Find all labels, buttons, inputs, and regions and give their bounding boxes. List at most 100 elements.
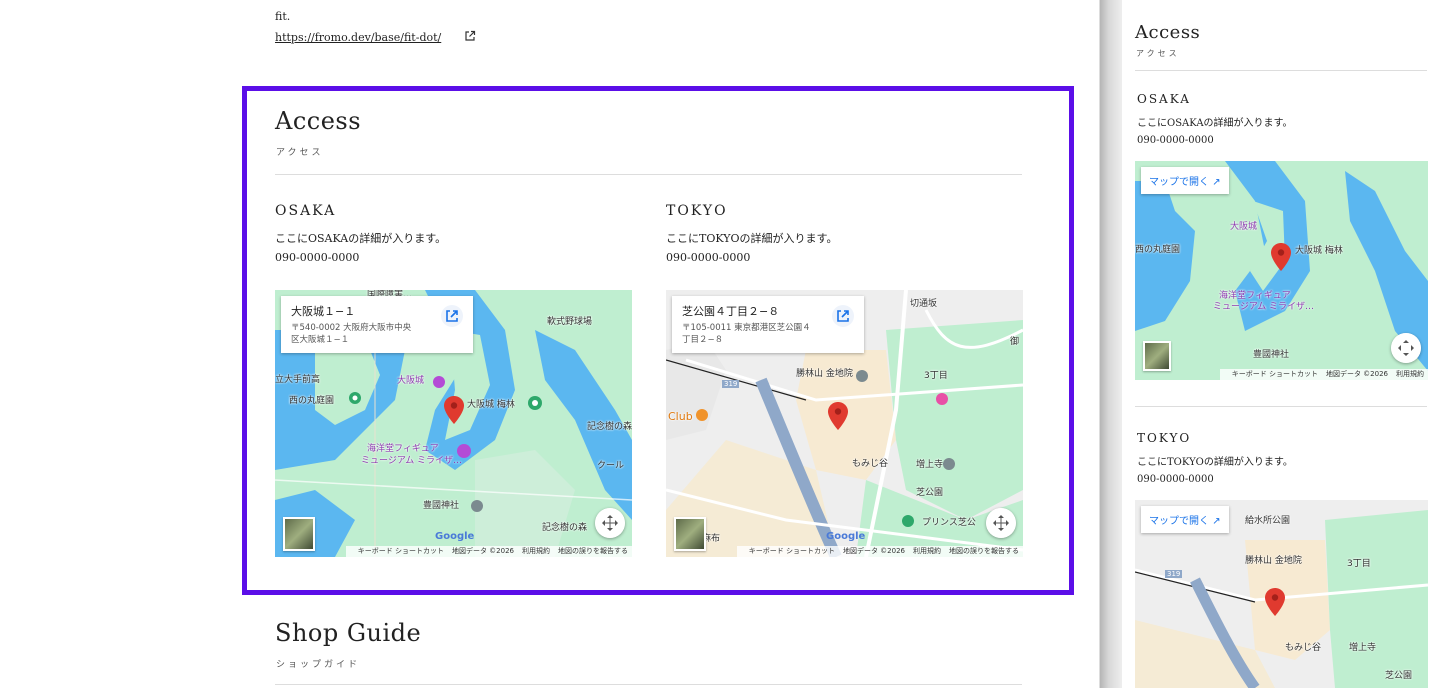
map-label: 芝公園	[1385, 671, 1413, 681]
map-label: 勝林山 金地院	[796, 369, 853, 379]
external-link-icon[interactable]	[464, 30, 476, 42]
map-attribution: キーボード ショートカット 地図データ ©2026 利用規約 地図の誤りを報告する	[736, 546, 1023, 557]
keyboard-shortcuts-link[interactable]: キーボード ショートカット	[1232, 370, 1318, 378]
map-pin-icon[interactable]	[828, 402, 848, 430]
map-attribution: キーボード ショートカット 地図データ ©2026 利用規約 地図の誤りを報告する	[345, 546, 632, 557]
map-label: 西の丸庭園	[1135, 245, 1181, 255]
poi-icon	[471, 500, 483, 512]
tokyo-map[interactable]: 切通坂 御 勝林山 金地院 3丁目 319 Club もみじ谷 増上寺 芝公園 …	[666, 290, 1023, 557]
place-title: 大阪城１−１	[291, 305, 356, 318]
map-label: 3丁目	[924, 371, 948, 381]
keyboard-shortcuts-link[interactable]: キーボード ショートカット	[358, 547, 444, 555]
access-subtitle: アクセス	[276, 148, 324, 158]
fit-dot-link[interactable]: https://fromo.dev/base/fit-dot/	[275, 31, 441, 44]
poi-icon	[856, 370, 868, 382]
osaka-heading: OSAKA	[275, 203, 337, 219]
map-label: 豊國神社	[1253, 350, 1290, 360]
tokyo-heading: TOKYO	[666, 203, 728, 219]
terms-link[interactable]: 利用規約	[913, 547, 941, 555]
open-in-maps-icon[interactable]	[832, 305, 854, 327]
map-label: 芝公園	[916, 488, 944, 498]
open-in-maps-button[interactable]: マップで開く ↗	[1141, 506, 1229, 533]
street-view-thumbnail[interactable]	[674, 517, 706, 551]
keyboard-shortcuts-link[interactable]: キーボード ショートカット	[749, 547, 835, 555]
location-divider	[1135, 406, 1427, 407]
tokyo-description: ここにTOKYOの詳細が入ります。	[666, 232, 838, 245]
shop-guide-title: Shop Guide	[275, 619, 422, 647]
map-label: 軟式野球場	[547, 317, 593, 327]
map-label: 切通坂	[910, 299, 938, 309]
osaka-phone: 090-0000-0000	[1137, 135, 1214, 146]
access-subtitle: アクセス	[1136, 49, 1180, 58]
terms-link[interactable]: 利用規約	[1396, 370, 1424, 378]
shop-guide-subtitle: ショップガイド	[276, 660, 361, 670]
place-address-line1: 〒105-0011 東京都港区芝公園４	[682, 323, 811, 333]
poi-icon	[936, 393, 948, 405]
poi-icon	[902, 515, 914, 527]
map-label: 増上寺	[916, 460, 944, 470]
external-link-icon: ↗	[1212, 516, 1221, 527]
osaka-heading: OSAKA	[1137, 92, 1191, 106]
map-label: 御	[1010, 337, 1020, 347]
fullscreen-icon[interactable]	[595, 508, 625, 538]
mobile-preview: Access アクセス OSAKA ここにOSAKAの詳細が入ります。 090-…	[1122, 0, 1440, 688]
report-error-link[interactable]: 地図の誤りを報告する	[949, 547, 1019, 555]
access-title: Access	[1135, 22, 1201, 43]
external-link-icon: ↗	[1212, 177, 1221, 188]
open-in-maps-button[interactable]: マップで開く ↗	[1141, 167, 1229, 194]
map-data-text: 地図データ ©2026	[1325, 370, 1388, 378]
tokyo-phone: 090-0000-0000	[666, 251, 751, 264]
map-pin-icon[interactable]	[1265, 588, 1285, 616]
access-title: Access	[275, 107, 362, 135]
osaka-description: ここにOSAKAの詳細が入ります。	[1137, 118, 1293, 129]
route-319-label: 319	[722, 380, 740, 388]
map-label: 3丁目	[1347, 559, 1371, 569]
osaka-map[interactable]: 国際障害… 軟式野球場 大阪城 立大手前高 大阪城 梅林 西の丸庭園 記念樹の森…	[275, 290, 632, 557]
place-title: 芝公園４丁目２−８	[682, 305, 780, 318]
poi-icon	[943, 458, 955, 470]
google-logo: Google	[435, 531, 475, 542]
poi-icon	[528, 396, 542, 410]
preview-shadow	[1100, 0, 1122, 688]
fullscreen-icon[interactable]	[1391, 333, 1421, 363]
map-label: 給水所公園	[1245, 516, 1291, 526]
map-label: 記念樹の森	[587, 422, 632, 432]
fullscreen-icon[interactable]	[986, 508, 1016, 538]
map-label: クール	[597, 461, 625, 471]
place-address-line2: 丁目２−８	[682, 335, 724, 345]
map-label: 大阪城 梅林	[467, 400, 515, 410]
main-content: fit. https://fromo.dev/base/fit-dot/ Acc…	[0, 0, 1100, 688]
map-attribution: キーボード ショートカット 地図データ ©2026 利用規約	[1219, 369, 1428, 380]
map-label: もみじ谷	[1285, 643, 1322, 653]
map-label: 立大手前高	[275, 375, 321, 385]
shop-guide-divider	[275, 684, 1022, 685]
poi-icon	[457, 444, 471, 458]
map-label: 豊國神社	[423, 501, 460, 511]
map-label: もみじ谷	[852, 459, 889, 469]
tokyo-place-card: 芝公園４丁目２−８ 〒105-0011 東京都港区芝公園４ 丁目２−８	[672, 296, 864, 353]
map-label: 大阪城	[1230, 222, 1258, 232]
map-label: 大阪城 梅林	[1295, 246, 1343, 256]
access-divider	[1135, 70, 1427, 71]
osaka-place-card: 大阪城１−１ 〒540-0002 大阪府大阪市中央 区大阪城１−１	[281, 296, 473, 353]
report-error-link[interactable]: 地図の誤りを報告する	[558, 547, 628, 555]
route-319-label: 319	[1165, 570, 1183, 578]
open-in-maps-label: マップで開く	[1149, 516, 1209, 527]
open-in-maps-icon[interactable]	[441, 305, 463, 327]
tokyo-heading: TOKYO	[1137, 431, 1192, 445]
map-label: 増上寺	[1349, 643, 1377, 653]
map-pin-icon[interactable]	[1271, 243, 1291, 271]
terms-link[interactable]: 利用規約	[522, 547, 550, 555]
map-data-text: 地図データ ©2026	[451, 547, 514, 555]
map-label: 勝林山 金地院	[1245, 556, 1302, 566]
street-view-thumbnail[interactable]	[1143, 341, 1171, 371]
open-in-maps-label: マップで開く	[1149, 177, 1209, 188]
poi-icon	[433, 376, 445, 388]
osaka-phone: 090-0000-0000	[275, 251, 360, 264]
osaka-map[interactable]: 大阪城 大阪城 梅林 西の丸庭園 海洋堂フィギュア ミュージアム ミライザ… 豊…	[1135, 161, 1428, 380]
poi-icon	[349, 392, 361, 404]
tokyo-map[interactable]: 勝林山 金地院 3丁目 給水所公園 もみじ谷 増上寺 芝公園 319 マップで開…	[1135, 500, 1428, 688]
street-view-thumbnail[interactable]	[283, 517, 315, 551]
map-pin-icon[interactable]	[444, 396, 464, 424]
tokyo-description: ここにTOKYOの詳細が入ります。	[1137, 457, 1293, 468]
